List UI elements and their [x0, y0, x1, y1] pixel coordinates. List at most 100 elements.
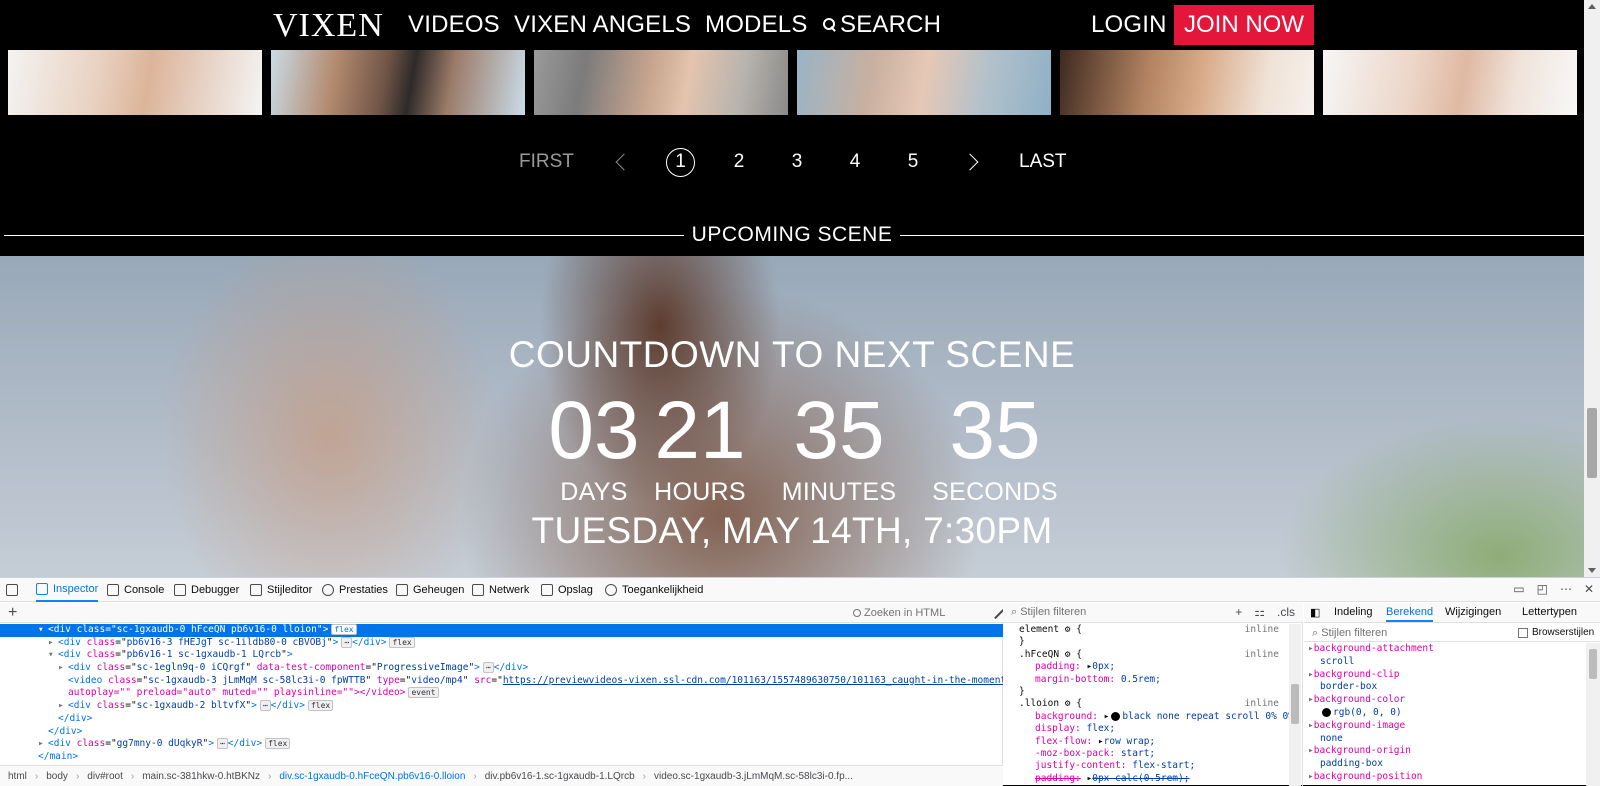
- tab-label: Geheugen: [413, 584, 465, 596]
- scrollbar-thumb[interactable]: [1587, 408, 1597, 478]
- tab-storage[interactable]: Opslag: [541, 578, 593, 602]
- rules-filter-input[interactable]: ⌕ Stijlen filteren: [1011, 606, 1086, 619]
- pagination-page-1[interactable]: 1: [666, 148, 695, 177]
- html-search-input[interactable]: Zoeken in HTML: [853, 605, 983, 621]
- nav-videos[interactable]: VIDEOS: [408, 11, 500, 39]
- tree-node[interactable]: ▸ <div class="pb6v16-3 fHEJgT sc-1ildb80-…: [0, 636, 1003, 650]
- scene-thumbnail[interactable]: [8, 50, 262, 115]
- nav-models[interactable]: MODELS: [705, 11, 808, 39]
- event-badge[interactable]: event: [408, 687, 439, 699]
- breadcrumb-item[interactable]: video.sc-1gxaudb-3.jLmMqM.sc-58lc3i-0.fp…: [654, 771, 853, 782]
- tab-memory[interactable]: Geheugen: [396, 578, 464, 602]
- scene-thumbnail[interactable]: [534, 50, 788, 115]
- rules-scrollbar[interactable]: [1289, 624, 1301, 786]
- dock-icon[interactable]: ◰: [1537, 582, 1548, 596]
- browser-styles-checkbox[interactable]: Browserstijlen: [1518, 627, 1594, 638]
- pagination-last[interactable]: LAST: [1019, 151, 1067, 173]
- tab-accessibility[interactable]: Toegankelijkheid: [605, 578, 703, 602]
- tab-style-editor[interactable]: Stijleditor: [250, 578, 312, 602]
- countdown-minutes-label: MINUTES: [781, 478, 897, 506]
- tab-label: Opslag: [558, 584, 593, 596]
- collapsed-arrow-icon[interactable]: ▸: [48, 637, 58, 650]
- tree-node[interactable]: ▾ <div class="pb6v16-1 sc-1gxaudb-1 LQrcb…: [0, 649, 1003, 662]
- login-link[interactable]: LOGIN: [1091, 11, 1167, 39]
- add-rule-icon[interactable]: +: [1235, 605, 1242, 619]
- nav-search[interactable]: SEARCH: [822, 11, 941, 39]
- tree-node-close[interactable]: </main>: [0, 751, 1003, 764]
- computed-property[interactable]: background-color: [1304, 694, 1586, 707]
- nav-vixen-angels[interactable]: VIXEN ANGELS: [514, 11, 691, 39]
- computed-filter-input[interactable]: ⌕ Stijlen filteren: [1312, 627, 1387, 640]
- eyedropper-icon[interactable]: [989, 604, 1005, 620]
- expanded-arrow-icon[interactable]: ▾: [48, 649, 58, 662]
- add-node-icon[interactable]: +: [8, 604, 17, 622]
- computed-property[interactable]: background-origin: [1304, 745, 1586, 758]
- computed-scrollbar[interactable]: [1586, 643, 1600, 786]
- cls-button[interactable]: .cls: [1277, 605, 1295, 619]
- computed-property[interactable]: background-attachment: [1304, 643, 1586, 656]
- breadcrumb-item-selected[interactable]: div.sc-1gxaudb-0.hFceQN.pb6v16-0.lloion: [279, 771, 465, 782]
- toggle-pseudo-class-icon[interactable]: ⚏: [1254, 605, 1265, 619]
- pagination-first[interactable]: FIRST: [519, 151, 574, 173]
- tree-node-video[interactable]: <video class="sc-1gxaudb-3 jLmMqM sc-58l…: [0, 675, 1003, 688]
- element-picker-button[interactable]: [6, 578, 18, 602]
- tree-node[interactable]: ▸ <div class="sc-1egln9q-0 iCQrgf" data-t…: [0, 662, 1003, 675]
- flex-badge[interactable]: flex: [265, 738, 291, 750]
- pagination-page-2[interactable]: 2: [724, 151, 754, 173]
- flex-badge[interactable]: flex: [307, 700, 334, 712]
- breadcrumb-item[interactable]: main.sc-381hkw-0.htBKNz: [142, 771, 260, 782]
- search-icon: [822, 17, 836, 33]
- chevron-right-icon[interactable]: [961, 153, 979, 171]
- tab-fonts[interactable]: Lettertypen: [1522, 606, 1577, 618]
- tab-console[interactable]: Console: [107, 578, 164, 602]
- breadcrumb-item[interactable]: div.pb6v16-1.sc-1gxaudb-1.LQrcb: [485, 771, 635, 782]
- pagination-page-4[interactable]: 4: [840, 151, 870, 173]
- scene-thumbnail[interactable]: [1060, 50, 1314, 115]
- chevron-left-icon[interactable]: [615, 153, 633, 171]
- scroll-down-arrow-icon[interactable]: [1588, 568, 1596, 573]
- expanded-arrow-icon[interactable]: ▾: [38, 624, 48, 637]
- tab-layout[interactable]: Indeling: [1334, 606, 1373, 618]
- tab-label: Prestaties: [339, 584, 388, 596]
- join-now-button[interactable]: JOIN NOW: [1174, 5, 1314, 45]
- countdown-timer: 03 DAYS 21 HOURS 35 MINUTES 35 SECONDS: [0, 390, 1584, 507]
- scene-thumbnail[interactable]: [797, 50, 1051, 115]
- vixen-logo[interactable]: VIXEN: [273, 7, 384, 45]
- tab-changes[interactable]: Wijzigingen: [1445, 606, 1501, 618]
- tab-computed[interactable]: Berekend: [1386, 606, 1434, 622]
- breadcrumb-item[interactable]: div#root: [87, 771, 123, 782]
- tree-node[interactable]: ▸ <div class="gg7mny-0 dUqkyR"> ⋯ </div> fle…: [0, 738, 1003, 751]
- scene-thumbnail[interactable]: [271, 50, 525, 115]
- flex-badge[interactable]: flex: [331, 624, 357, 635]
- pagination-page-3[interactable]: 3: [782, 151, 812, 173]
- tab-performance[interactable]: Prestaties: [322, 578, 388, 602]
- breadcrumb-item[interactable]: body: [46, 771, 68, 782]
- page-scrollbar[interactable]: [1584, 0, 1600, 577]
- tab-network[interactable]: Netwerk: [472, 578, 529, 602]
- breadcrumb-item[interactable]: html: [8, 771, 27, 782]
- tree-node-close[interactable]: </div>: [0, 726, 1003, 739]
- pagination-page-5[interactable]: 5: [898, 151, 928, 173]
- countdown-hero[interactable]: COUNTDOWN TO NEXT SCENE 03 DAYS 21 HOURS…: [0, 256, 1584, 577]
- tree-node-selected[interactable]: ▾ <div class="sc-1gxaudb-0 hFceQN pb6v16-…: [0, 624, 1003, 637]
- video-src-link[interactable]: https://previewvideos-vixen.ssl-cdn.com/…: [503, 675, 1003, 686]
- options-icon[interactable]: ⋯: [1560, 582, 1572, 596]
- computed-property[interactable]: background-position: [1304, 771, 1586, 784]
- tab-inspector[interactable]: Inspector: [36, 578, 99, 602]
- tree-node-close[interactable]: </div>: [0, 713, 1003, 726]
- responsive-design-icon[interactable]: ▭: [1513, 582, 1524, 596]
- split-pane-icon[interactable]: ◧: [1310, 606, 1320, 619]
- scroll-up-arrow-icon[interactable]: [1588, 4, 1596, 9]
- scene-thumbnail[interactable]: [1323, 50, 1577, 115]
- computed-property[interactable]: background-clip: [1304, 669, 1586, 682]
- tree-node-video-cont[interactable]: autoplay="" preload="auto" muted="" play…: [0, 687, 1003, 700]
- tree-node[interactable]: ▸ <div class="sc-1gxaudb-2 bltvfX"> ⋯ </div…: [0, 700, 1003, 713]
- collapsed-arrow-icon[interactable]: ▸: [38, 738, 48, 751]
- computed-property[interactable]: background-image: [1304, 720, 1586, 733]
- collapsed-arrow-icon[interactable]: ▸: [58, 662, 68, 675]
- flex-badge[interactable]: flex: [389, 636, 415, 648]
- color-swatch[interactable]: [1111, 711, 1121, 721]
- tab-debugger[interactable]: Debugger: [174, 578, 239, 602]
- close-icon[interactable]: ✕: [1584, 582, 1594, 596]
- collapsed-arrow-icon[interactable]: ▸: [58, 700, 68, 713]
